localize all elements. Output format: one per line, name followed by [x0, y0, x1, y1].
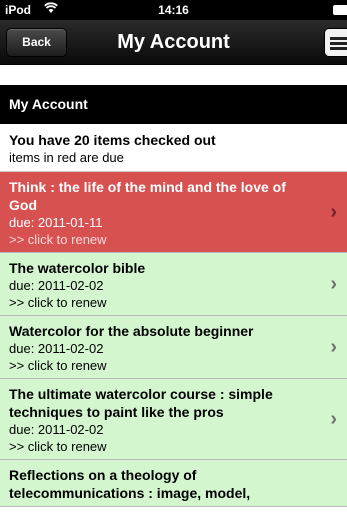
- checkout-summary: You have 20 items checked out items in r…: [0, 124, 347, 172]
- checked-out-list: Think : the life of the mind and the lov…: [0, 172, 347, 507]
- chevron-right-icon: ›: [330, 201, 337, 223]
- navigation-bar: Back My Account: [0, 20, 347, 65]
- list-menu-button[interactable]: [324, 28, 347, 57]
- renew-link[interactable]: >> click to renew: [9, 231, 317, 248]
- item-due-date: due: 2011-02-02: [9, 341, 104, 356]
- status-bar: iPod 14:16: [0, 0, 347, 20]
- item-title: The watercolor bible: [9, 260, 146, 276]
- item-due-date: due: 2011-01-11: [9, 215, 103, 230]
- summary-title: You have 20 items checked out: [9, 132, 216, 148]
- list-item-overdue[interactable]: Think : the life of the mind and the lov…: [0, 172, 347, 253]
- list-item[interactable]: The watercolor bible due: 2011-02-02 >> …: [0, 253, 347, 316]
- item-title: Reflections on a theology of telecommuni…: [9, 467, 251, 501]
- item-title: The ultimate watercolor course : simple …: [9, 386, 273, 420]
- list-item[interactable]: Reflections on a theology of telecommuni…: [0, 460, 347, 507]
- item-due-date: due: 2011-02-02: [9, 278, 104, 293]
- battery-icon: [333, 5, 347, 15]
- clock: 14:16: [158, 3, 189, 17]
- item-title: Watercolor for the absolute beginner: [9, 323, 254, 339]
- chevron-right-icon: ›: [330, 408, 337, 430]
- list-menu-icon: [330, 37, 347, 52]
- item-due-date: due: 2011-02-02: [9, 422, 104, 437]
- list-item[interactable]: The ultimate watercolor course : simple …: [0, 379, 347, 460]
- list-item[interactable]: Watercolor for the absolute beginner due…: [0, 316, 347, 379]
- renew-link[interactable]: >> click to renew: [9, 438, 317, 455]
- summary-subtitle: items in red are due: [9, 150, 124, 165]
- renew-link[interactable]: >> click to renew: [9, 294, 317, 311]
- renew-link[interactable]: >> click to renew: [9, 357, 317, 374]
- chevron-right-icon: ›: [330, 273, 337, 295]
- item-title: Think : the life of the mind and the lov…: [9, 179, 286, 213]
- back-button[interactable]: Back: [6, 28, 67, 57]
- chevron-right-icon: ›: [330, 336, 337, 358]
- section-header: My Account: [0, 85, 347, 124]
